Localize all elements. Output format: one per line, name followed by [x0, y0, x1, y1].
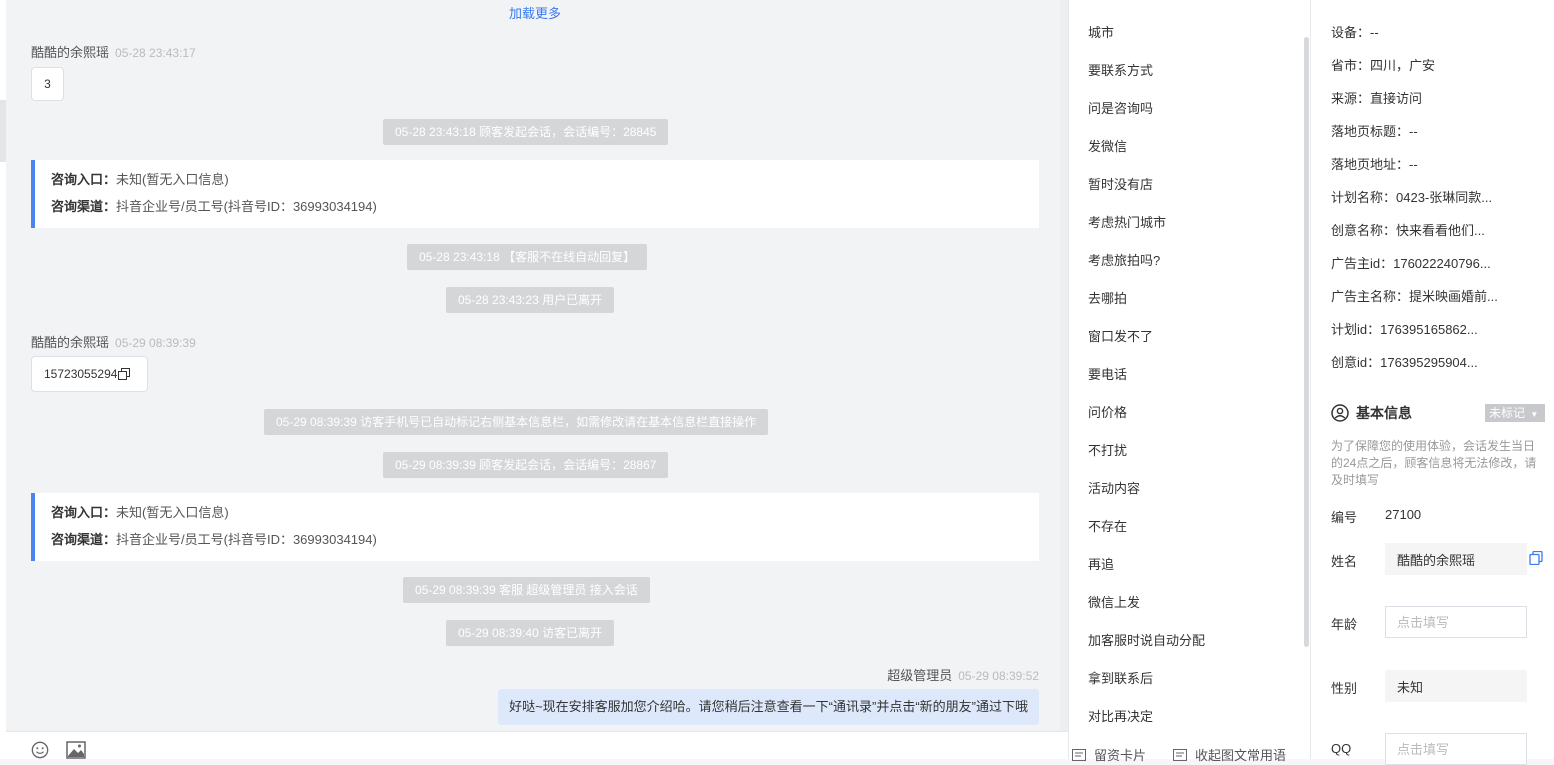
system-notice: 05-29 08:39:40 访客已离开 [446, 620, 615, 646]
consult-info-card: 咨询入口：未知(暂无入口信息) 咨询渠道：抖音企业号/员工号(抖音号ID：369… [31, 160, 1039, 228]
channel-label: 咨询渠道： [51, 199, 117, 214]
qq-label: QQ [1331, 741, 1352, 756]
mark-status-label: 未标记 [1489, 406, 1526, 420]
info-source: 来源：直接访问 [1331, 91, 1423, 106]
message-header: 酷酷的余熙瑶 05-29 08:39:39 [31, 332, 196, 351]
system-notice: 05-28 23:43:18 【客服不在线自动回复】 [407, 244, 648, 270]
agent-message-header: 超级管理员 05-29 08:39:52 [887, 665, 1039, 684]
chat-panel: 加载更多 酷酷的余熙瑶 05-28 23:43:17 3 05-28 23:43:… [6, 0, 1068, 731]
channel-label: 咨询渠道： [51, 532, 117, 547]
phrase-item[interactable]: 不存在 [1088, 516, 1127, 535]
phrase-item[interactable]: 窗口发不了 [1088, 326, 1153, 345]
info-advertiser-id: 广告主id：176022240796... [1331, 256, 1491, 271]
id-value: 27100 [1385, 507, 1422, 522]
phrase-item[interactable]: 再追 [1088, 554, 1114, 573]
info-creative-name: 创意名称：快来看看他们... [1331, 223, 1485, 238]
entry-value: 未知(暂无入口信息) [116, 172, 229, 187]
basic-info-title: 基本信息 [1331, 403, 1412, 423]
name-field[interactable] [1385, 543, 1527, 575]
phrase-item[interactable]: 加客服时说自动分配 [1088, 630, 1205, 649]
phrase-item[interactable]: 暂时没有店 [1088, 174, 1153, 193]
info-creative-id: 创意id：176395295904... [1331, 355, 1478, 370]
lead-card-button[interactable]: 留资卡片 [1072, 745, 1146, 764]
info-landing-url: 落地页地址：-- [1331, 157, 1418, 172]
message-text: 3 [44, 77, 51, 91]
phrase-item[interactable]: 活动内容 [1088, 478, 1140, 497]
sender-name: 酷酷的余熙瑶 [31, 335, 110, 350]
phrase-item[interactable]: 城市 [1088, 22, 1114, 41]
system-notice: 05-29 08:39:39 顾客发起会话，会话编号：28867 [383, 452, 669, 478]
info-advertiser-name: 广告主名称：提米映画婚前... [1331, 289, 1498, 304]
phrase-item[interactable]: 对比再决定 [1088, 706, 1153, 725]
gender-field[interactable] [1385, 670, 1527, 702]
image-icon[interactable] [66, 741, 86, 759]
collapse-phrases-button[interactable]: 收起图文常用语 [1173, 745, 1286, 764]
edit-notice: 为了保障您的使用体验，会话发生当日的24点之后，顾客信息将无法修改，请及时填写 [1331, 439, 1537, 487]
age-label: 年龄 [1331, 617, 1358, 632]
info-plan-name: 计划名称：0423-张琳同款... [1331, 190, 1493, 205]
system-notice: 05-29 08:39:39 访客手机号已自动标记右侧基本信息栏，如需修改请在基… [264, 409, 769, 435]
user-circle-icon [1331, 404, 1349, 422]
channel-value: 抖音企业号/员工号(抖音号ID：36993034194) [116, 199, 377, 214]
chat-scrollbar[interactable] [1060, 0, 1068, 731]
phrase-item[interactable]: 考虑热门城市 [1088, 212, 1166, 231]
agent-name: 超级管理员 [887, 668, 953, 683]
qq-field[interactable] [1385, 733, 1527, 765]
message-time: 05-28 23:43:17 [115, 46, 196, 60]
quick-phrases-panel: 城市 要联系方式 问是咨询吗 发微信 暂时没有店 考虑热门城市 考虑旅拍吗? 去… [1068, 0, 1310, 763]
customer-info-panel: 设备：-- 省市：四川，广安 来源：直接访问 落地页标题：-- 落地页地址：--… [1310, 0, 1554, 765]
entry-value: 未知(暂无入口信息) [116, 505, 229, 520]
age-field[interactable] [1385, 606, 1527, 638]
system-notice: 05-28 23:43:18 顾客发起会话，会话编号：28845 [383, 119, 669, 145]
gender-label: 性别 [1331, 681, 1358, 696]
message-time: 05-29 08:39:52 [958, 669, 1039, 683]
message-bubble: 3 [31, 67, 64, 101]
phrase-item[interactable]: 不打扰 [1088, 440, 1127, 459]
collapse-phrases-label: 收起图文常用语 [1195, 748, 1287, 763]
caret-down-icon: ▼ [1530, 410, 1539, 419]
basic-info-title-text: 基本信息 [1356, 405, 1412, 421]
entry-label: 咨询入口： [51, 172, 117, 187]
input-toolbar [6, 731, 1068, 759]
mark-status-dropdown[interactable]: 未标记 ▼ [1485, 404, 1545, 422]
system-notice: 05-28 23:43:23 用户已离开 [446, 287, 615, 313]
copy-icon[interactable] [118, 368, 131, 380]
consult-info-card: 咨询入口：未知(暂无入口信息) 咨询渠道：抖音企业号/员工号(抖音号ID：369… [31, 493, 1039, 561]
message-time: 05-29 08:39:39 [115, 336, 196, 350]
entry-label: 咨询入口： [51, 505, 117, 520]
phrase-item[interactable]: 问价格 [1088, 402, 1127, 421]
message-bubble: 15723055294 [31, 356, 148, 392]
name-label: 姓名 [1331, 554, 1358, 569]
phrase-item[interactable]: 拿到联系后 [1088, 668, 1153, 687]
sender-name: 酷酷的余熙瑶 [31, 45, 110, 60]
phrase-item[interactable]: 考虑旅拍吗? [1088, 250, 1160, 269]
agent-message-bubble: 好哒~现在安排客服加您介绍哈。请您稍后注意查看一下“通讯录”并点击“新的朋友”通… [498, 689, 1039, 725]
phrase-item[interactable]: 发微信 [1088, 136, 1127, 155]
info-plan-id: 计划id：176395165862... [1331, 322, 1478, 337]
message-text: 15723055294 [44, 367, 118, 381]
message-header: 酷酷的余熙瑶 05-28 23:43:17 [31, 42, 196, 61]
phrase-item[interactable]: 微信上发 [1088, 592, 1140, 611]
phrase-item[interactable]: 要联系方式 [1088, 60, 1153, 79]
system-notice: 05-29 08:39:39 客服 超级管理员 接入会话 [403, 577, 650, 603]
lead-card-label: 留资卡片 [1094, 748, 1147, 763]
id-label: 编号 [1331, 510, 1358, 525]
load-more-link[interactable]: 加载更多 [6, 3, 1064, 22]
channel-value: 抖音企业号/员工号(抖音号ID：36993034194) [116, 532, 377, 547]
phrase-item[interactable]: 去哪拍 [1088, 288, 1127, 307]
copy-icon[interactable] [1529, 551, 1543, 565]
info-landing-title: 落地页标题：-- [1331, 124, 1418, 139]
phrase-item[interactable]: 要电话 [1088, 364, 1127, 383]
smile-icon[interactable] [30, 741, 50, 759]
phrases-scrollbar[interactable] [1304, 37, 1309, 647]
info-province-city: 省市：四川，广安 [1331, 58, 1436, 73]
phrase-item[interactable]: 问是咨询吗 [1088, 98, 1153, 117]
info-device: 设备：-- [1331, 25, 1379, 40]
